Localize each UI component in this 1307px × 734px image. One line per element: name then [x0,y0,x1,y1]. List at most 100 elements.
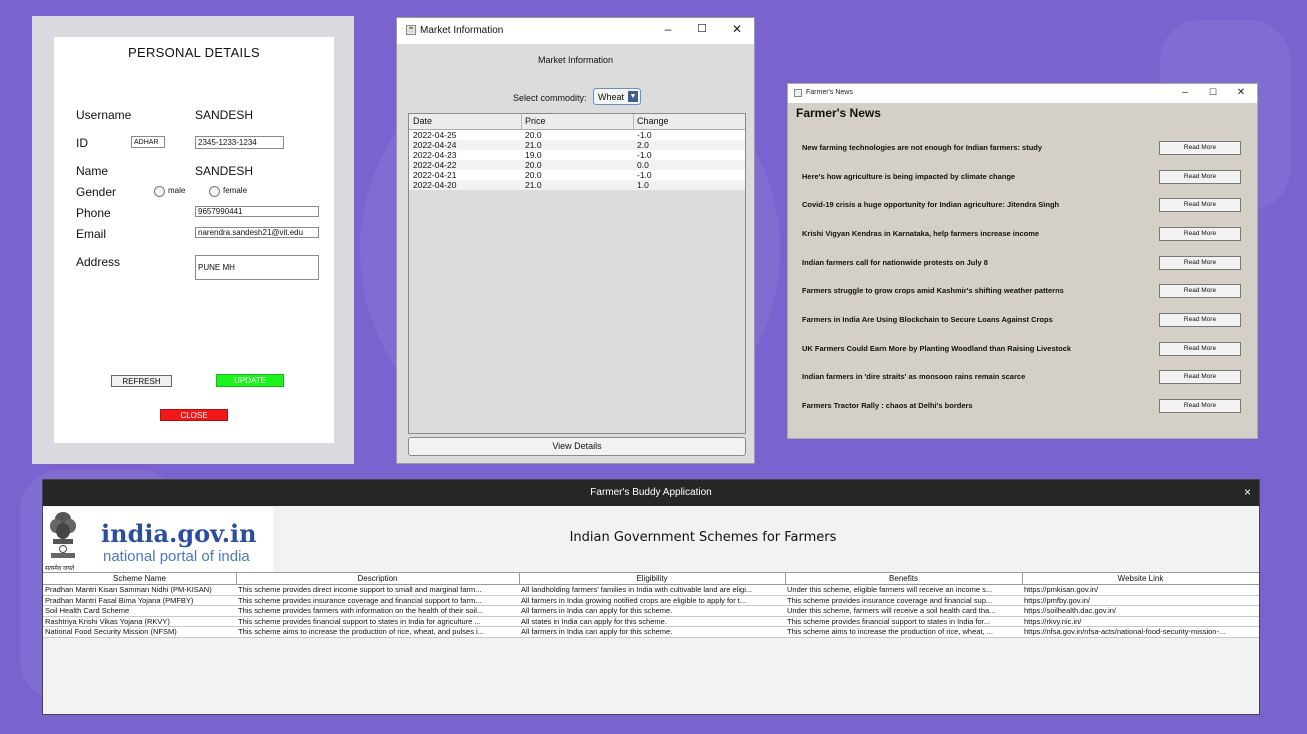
maximize-icon[interactable]: ☐ [1206,87,1220,98]
table-row[interactable]: 2022-04-23 19.0 -1.0 [409,150,745,160]
table-row[interactable]: Pradhan Mantri Kisan Samman Nidhi (PM-KI… [43,585,1259,596]
read-more-button[interactable]: Read More [1159,342,1241,356]
refresh-button[interactable]: REFRESH [111,375,172,387]
close-icon[interactable]: × [1244,485,1251,499]
close-button[interactable]: CLOSE [160,409,228,421]
id-type-dropdown[interactable]: ADHAR [131,136,165,148]
update-button[interactable]: UPDATE [216,374,284,387]
benefits-cell: This scheme provides insurance coverage … [787,595,993,605]
column-divider [633,114,634,129]
date-cell: 2022-04-21 [413,170,457,180]
read-more-button[interactable]: Read More [1159,198,1241,212]
scheme-name-cell: National Food Security Mission (NFSM) [45,627,177,636]
date-cell: 2022-04-23 [413,150,457,160]
read-more-button[interactable]: Read More [1159,170,1241,184]
table-row[interactable]: National Food Security Mission (NFSM) Th… [43,627,1259,638]
eligibility-cell: All farmers in India can apply for this … [521,606,673,615]
table-row[interactable]: Rashtriya Krishi Vikas Yojana (RKVY) Thi… [43,616,1259,627]
scheme-name-cell: Soil Health Card Scheme [45,606,130,615]
column-header[interactable]: Website Link [1022,574,1259,583]
personal-details-title: PERSONAL DETAILS [128,45,260,60]
commodity-selected-value: Wheat [598,92,625,102]
read-more-button[interactable]: Read More [1159,313,1241,327]
read-more-button[interactable]: Read More [1159,256,1241,270]
news-headline: Farmers in India Are Using Blockchain to… [802,315,1053,324]
column-header[interactable]: Scheme Name [43,574,236,583]
price-cell: 21.0 [525,140,542,150]
email-label: Email [76,227,107,241]
table-row[interactable]: Pradhan Mantri Fasal Bima Yojana (PMFBY)… [43,595,1259,606]
description-cell: This scheme provides financial support t… [238,616,481,626]
gender-male-label: male [168,186,186,195]
read-more-button[interactable]: Read More [1159,399,1241,413]
read-more-button[interactable]: Read More [1159,227,1241,241]
address-field[interactable]: PUNE MH [195,255,319,280]
date-cell: 2022-04-20 [413,180,457,190]
java-app-icon: ☕ [406,25,416,35]
minimize-icon[interactable]: – [660,22,676,36]
website-link-cell[interactable]: https://nfsa.gov.in/nfsa-acts/national-f… [1024,627,1258,637]
eligibility-cell: All states in India can apply for this s… [521,616,667,626]
schemes-table-header: Scheme Name Description Eligibility Bene… [43,572,1259,585]
maximize-icon[interactable]: ☐ [694,22,710,35]
market-titlebar[interactable]: ☕ Market Information – ☐ ✕ [397,18,754,44]
table-row[interactable]: 2022-04-25 20.0 -1.0 [409,130,745,140]
commodity-select-label: Select commodity: [513,93,587,103]
column-header[interactable]: Benefits [785,574,1022,583]
column-header[interactable]: Price [525,116,546,126]
username-label: Username [76,108,132,122]
date-cell: 2022-04-24 [413,140,457,150]
news-titlebar[interactable]: Farmer's News – ☐ ✕ [788,84,1257,103]
email-field[interactable]: narendra.sandesh21@vit.edu [195,227,319,238]
phone-field[interactable]: 9657990441 [195,206,319,217]
column-header[interactable]: Change [637,116,669,126]
buddy-titlebar[interactable]: Farmer's Buddy Application × [43,480,1259,506]
column-header[interactable]: Date [413,116,432,126]
close-icon[interactable]: ✕ [1234,87,1248,98]
website-link-cell[interactable]: https://soilhealth.dac.gov.in/ [1024,606,1258,616]
minimize-icon[interactable]: – [1178,87,1192,98]
website-link-cell[interactable]: https://rkvy.nic.in/ [1024,617,1258,627]
buddy-window-title: Farmer's Buddy Application [590,487,712,498]
national-emblem-icon [50,512,76,558]
schemes-heading: Indian Government Schemes for Farmers [569,530,837,545]
close-icon[interactable]: ✕ [729,22,745,36]
table-row[interactable]: 2022-04-22 20.0 0.0 [409,160,745,170]
benefits-cell: This scheme aims to increase the product… [787,627,993,636]
personal-details-panel: PERSONAL DETAILS Username SANDESH ID ADH… [54,37,334,443]
column-header[interactable]: Eligibility [519,574,785,583]
read-more-button[interactable]: Read More [1159,370,1241,384]
gender-label: Gender [76,185,117,199]
view-details-button[interactable]: View Details [408,437,746,456]
read-more-button[interactable]: Read More [1159,284,1241,298]
read-more-button[interactable]: Read More [1159,141,1241,155]
name-value: SANDESH [195,164,254,178]
table-row[interactable]: 2022-04-24 21.0 2.0 [409,140,745,150]
table-row[interactable]: 2022-04-21 20.0 -1.0 [409,170,745,180]
change-cell: 2.0 [637,140,649,150]
gender-female-radio[interactable] [209,186,220,197]
name-label: Name [76,164,109,178]
description-cell: This scheme provides insurance coverage … [238,595,482,605]
table-row[interactable]: Soil Health Card Scheme This scheme prov… [43,606,1259,617]
change-cell: -1.0 [637,170,652,180]
chevron-down-icon[interactable]: ▼ [628,91,638,102]
india-gov-logo: india.gov.in national portal of india सत… [43,507,273,573]
website-link-cell[interactable]: https://pmfby.gov.in/ [1024,596,1258,606]
logo-tagline: national portal of india [103,548,250,565]
table-row[interactable]: 2022-04-20 21.0 1.0 [409,180,745,190]
gender-male-radio[interactable] [154,186,165,197]
market-window-title: Market Information [420,25,504,36]
news-headline: Covid-19 crisis a huge opportunity for I… [802,200,1060,209]
news-headline: UK Farmers Could Earn More by Planting W… [802,344,1072,353]
address-label: Address [76,255,121,269]
website-link-cell[interactable]: https://pmkisan.gov.in/ [1024,585,1258,595]
logo-motto: सत्यमेव जयते [45,566,75,572]
eligibility-cell: All landholding farmers' families in Ind… [521,585,753,594]
price-cell: 19.0 [525,150,542,160]
commodity-select[interactable]: Wheat ▼ [593,88,641,105]
column-header[interactable]: Description [236,574,519,583]
date-cell: 2022-04-22 [413,160,457,170]
description-cell: This scheme provides direct income suppo… [238,585,482,594]
id-number-field[interactable]: 2345-1233-1234 [195,136,284,149]
